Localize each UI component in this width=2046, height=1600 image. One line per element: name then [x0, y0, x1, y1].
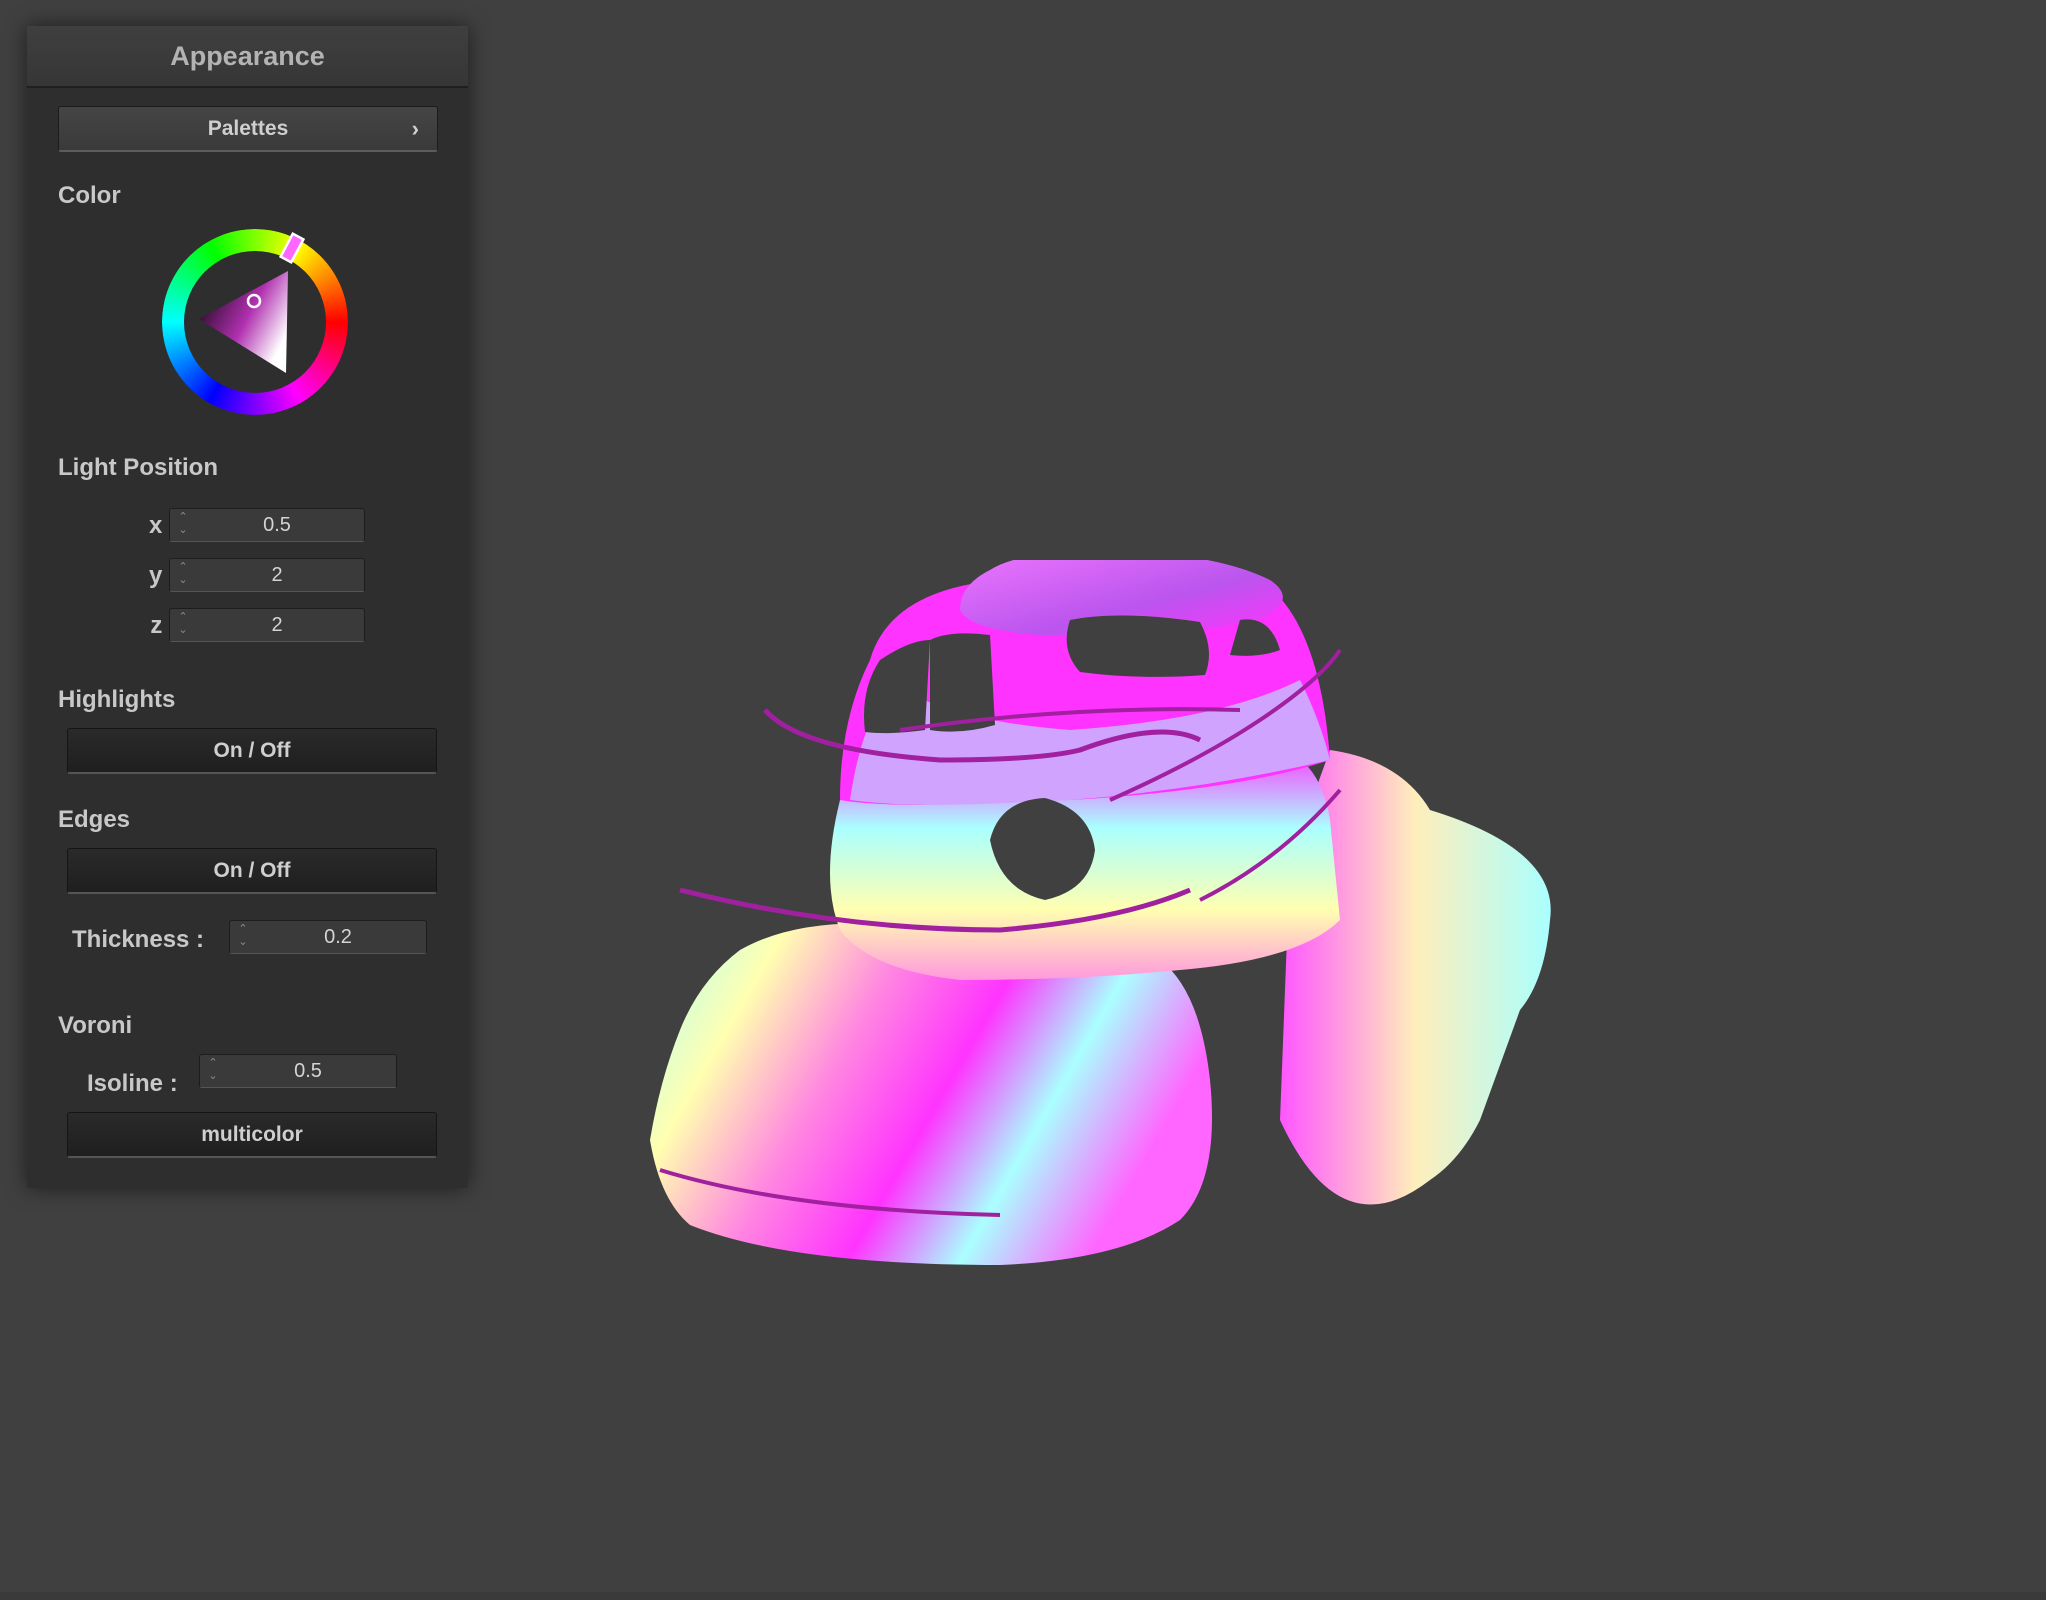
color-wheel[interactable]: [162, 229, 348, 415]
isoline-spinbox[interactable]: ⌃ ⌄ 0.5: [199, 1054, 397, 1088]
light-z-spinbox[interactable]: ⌃ ⌄ 2: [169, 608, 365, 642]
light-y-label: y :: [148, 562, 177, 589]
light-z-label: z :: [150, 612, 177, 639]
appearance-panel: Appearance Palettes › Color Light Positi…: [27, 26, 468, 1188]
panel-title[interactable]: Appearance: [27, 26, 468, 88]
bottom-toolbar-strip: [0, 1592, 2046, 1600]
light-position-label: Light Position: [58, 454, 218, 481]
isoline-value[interactable]: 0.5: [224, 1055, 392, 1087]
thickness-label: Thickness :: [72, 926, 205, 953]
light-y-value[interactable]: 2: [194, 559, 360, 591]
chevron-right-icon: ›: [411, 116, 419, 141]
edges-toggle-button[interactable]: On / Off: [67, 848, 437, 894]
voronoi-mode-button[interactable]: multicolor: [67, 1112, 437, 1158]
highlights-label: Highlights: [58, 686, 176, 713]
color-label: Color: [58, 182, 121, 209]
spin-arrows-icon[interactable]: ⌃ ⌄: [176, 511, 190, 541]
spin-arrows-icon[interactable]: ⌃ ⌄: [236, 923, 250, 953]
light-y-spinbox[interactable]: ⌃ ⌄ 2: [169, 558, 365, 592]
spin-arrows-icon[interactable]: ⌃ ⌄: [206, 1057, 220, 1087]
car-model-render[interactable]: [640, 560, 1560, 1280]
3d-viewport[interactable]: Appearance Palettes › Color Light Positi…: [0, 0, 2046, 1600]
voronoi-label: Voroni: [58, 1012, 133, 1039]
light-x-label: x :: [148, 512, 177, 539]
hue-handle[interactable]: [278, 232, 306, 264]
spin-arrows-icon[interactable]: ⌃ ⌄: [176, 561, 190, 591]
thickness-spinbox[interactable]: ⌃ ⌄ 0.2: [229, 920, 427, 954]
highlights-toggle-button[interactable]: On / Off: [67, 728, 437, 774]
palettes-button[interactable]: Palettes ›: [58, 106, 438, 152]
edges-label: Edges: [58, 806, 131, 833]
light-x-spinbox[interactable]: ⌃ ⌄ 0.5: [169, 508, 365, 542]
saturation-triangle[interactable]: [162, 229, 348, 415]
thickness-value[interactable]: 0.2: [254, 921, 422, 953]
isoline-label: Isoline :: [87, 1070, 178, 1097]
palettes-label: Palettes: [207, 117, 289, 140]
light-z-value[interactable]: 2: [194, 609, 360, 641]
spin-arrows-icon[interactable]: ⌃ ⌄: [176, 611, 190, 641]
light-x-value[interactable]: 0.5: [194, 509, 360, 541]
